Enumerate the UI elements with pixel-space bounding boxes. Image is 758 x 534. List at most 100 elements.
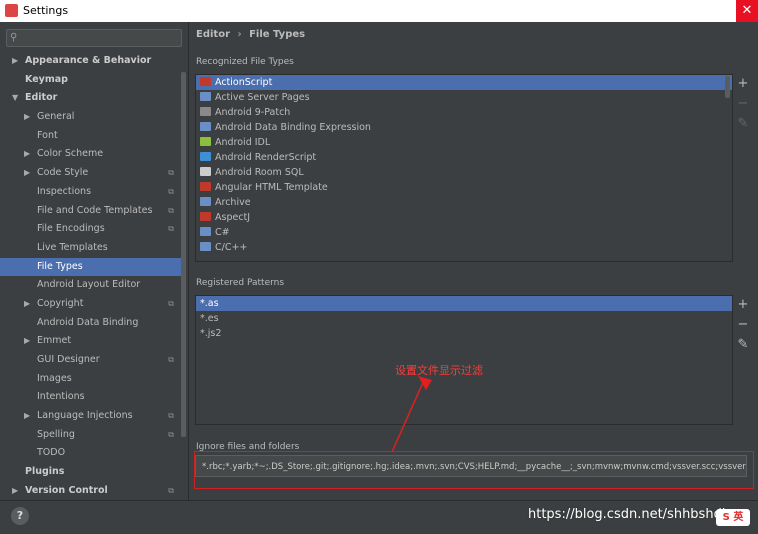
registered-patterns-list[interactable]: *.as *.es *.js2: [195, 295, 733, 425]
window-title: Settings: [23, 4, 69, 17]
sidebar-item[interactable]: Android Layout Editor: [0, 276, 182, 295]
search-icon: ⚲: [10, 32, 18, 43]
file-type-item[interactable]: Archive: [196, 195, 732, 210]
file-type-icon: [200, 197, 211, 206]
sidebar-item-label: Live Templates: [37, 241, 108, 253]
sidebar-item[interactable]: GUI Designer ⧉: [0, 351, 182, 370]
add-file-type-button[interactable]: +: [734, 74, 752, 94]
sidebar-item[interactable]: ▶ Copyright ⧉: [0, 295, 182, 314]
file-type-icon: [200, 92, 211, 101]
pattern-item[interactable]: *.es: [196, 311, 732, 326]
edit-file-type-button[interactable]: ✎: [734, 114, 752, 134]
sidebar-item-label: Emmet: [37, 335, 72, 347]
file-type-label: Android IDL: [215, 137, 271, 148]
file-type-label: Android Room SQL: [215, 167, 304, 178]
pattern-item[interactable]: *.js2: [196, 326, 732, 341]
file-type-item[interactable]: Active Server Pages: [196, 90, 732, 105]
search-input[interactable]: ⚲: [6, 29, 182, 47]
recognized-file-types-label: Recognized File Types: [196, 57, 294, 67]
chevron-down-icon[interactable]: ▼: [12, 89, 18, 108]
footer: ? https://blog.csdn.net/shhbshdis S 英: [0, 500, 758, 534]
sidebar-item[interactable]: File Types: [0, 257, 182, 277]
sidebar-item[interactable]: ▶ General: [0, 108, 182, 127]
file-type-item[interactable]: Android IDL: [196, 135, 732, 150]
sidebar-item[interactable]: ▶ Color Scheme: [0, 145, 182, 164]
chevron-right-icon[interactable]: ▶: [24, 164, 30, 183]
sidebar-item[interactable]: Inspections ⧉: [0, 183, 182, 202]
file-type-item[interactable]: Android 9-Patch: [196, 105, 732, 120]
sidebar-item[interactable]: File Encodings ⧉: [0, 220, 182, 239]
add-pattern-button[interactable]: +: [734, 295, 752, 315]
sidebar-item[interactable]: Android Data Binding: [0, 314, 182, 333]
sidebar-item-label: General: [37, 111, 75, 123]
chevron-right-icon[interactable]: ▶: [24, 108, 30, 127]
sidebar-item-label: Font: [37, 129, 58, 141]
project-settings-icon: ⧉: [168, 485, 174, 495]
edit-pattern-button[interactable]: ✎: [734, 335, 752, 355]
sidebar-item[interactable]: Intentions: [0, 388, 182, 407]
sidebar-item[interactable]: Keymap: [0, 71, 182, 90]
file-type-item[interactable]: C#: [196, 225, 732, 240]
sidebar-item-label: Editor: [25, 92, 58, 104]
file-type-item[interactable]: Android Room SQL: [196, 165, 732, 180]
file-type-item[interactable]: Android Data Binding Expression: [196, 120, 732, 135]
sidebar-item[interactable]: Spelling ⧉: [0, 426, 182, 445]
sidebar-item[interactable]: Plugins: [0, 463, 182, 482]
sidebar-item[interactable]: ▼ Editor: [0, 89, 182, 108]
recognized-file-types-list[interactable]: ActionScript Active Server Pages Android 9…: [195, 74, 733, 262]
watermark: https://blog.csdn.net/shhbshdis: [528, 507, 733, 522]
file-type-icon: [200, 242, 211, 251]
main-panel: Editor › File Types Recognized File Type…: [189, 22, 758, 500]
sidebar-item[interactable]: ▶ Appearance & Behavior: [0, 52, 182, 71]
sidebar-scrollbar[interactable]: [181, 72, 186, 437]
breadcrumb-file-types: File Types: [249, 29, 306, 40]
file-type-item[interactable]: AspectJ: [196, 210, 732, 225]
file-type-icon: [200, 212, 211, 221]
sidebar-item[interactable]: ▶ Version Control ⧉: [0, 482, 182, 501]
file-type-item[interactable]: C/C++: [196, 240, 732, 255]
sidebar-item[interactable]: ▶ Emmet: [0, 332, 182, 351]
file-type-icon: [200, 122, 211, 131]
file-type-item[interactable]: Angular HTML Template: [196, 180, 732, 195]
sidebar-item-label: Inspections: [37, 185, 92, 197]
sidebar-item[interactable]: TODO: [0, 444, 182, 463]
sidebar-item-label: Plugins: [25, 466, 65, 478]
breadcrumb-separator: ›: [237, 29, 242, 40]
registered-patterns-label: Registered Patterns: [196, 278, 285, 288]
sidebar-item-label: Language Injections: [37, 410, 133, 422]
ime-indicator[interactable]: S 英: [716, 509, 750, 526]
chevron-right-icon[interactable]: ▶: [12, 482, 18, 501]
chevron-right-icon[interactable]: ▶: [24, 295, 30, 314]
file-type-icon: [200, 182, 211, 191]
app-icon: [5, 4, 18, 17]
sidebar-item-label: Color Scheme: [37, 148, 104, 160]
sidebar-item[interactable]: ▶ Code Style ⧉: [0, 164, 182, 183]
chevron-right-icon[interactable]: ▶: [12, 52, 18, 71]
file-type-item[interactable]: Android RenderScript: [196, 150, 732, 165]
sidebar-item[interactable]: File and Code Templates ⧉: [0, 202, 182, 221]
file-type-label: Android Data Binding Expression: [215, 122, 371, 133]
sidebar-item[interactable]: Font: [0, 127, 182, 146]
chevron-right-icon[interactable]: ▶: [24, 407, 30, 426]
chevron-right-icon[interactable]: ▶: [24, 145, 30, 164]
help-button[interactable]: ?: [11, 507, 29, 525]
remove-file-type-button[interactable]: −: [734, 94, 752, 114]
close-button[interactable]: ✕: [736, 0, 758, 22]
remove-pattern-button[interactable]: −: [734, 315, 752, 335]
sidebar-item[interactable]: Live Templates: [0, 239, 182, 258]
sidebar-item-label: File Types: [37, 260, 83, 272]
file-type-icon: [200, 152, 211, 161]
file-type-icon: [200, 77, 211, 86]
file-type-label: C/C++: [215, 242, 248, 253]
breadcrumb-editor[interactable]: Editor: [196, 29, 230, 40]
project-settings-icon: ⧉: [168, 411, 174, 421]
recognized-list-scrollbar[interactable]: [725, 76, 730, 98]
sidebar-item[interactable]: ▶ Language Injections ⧉: [0, 407, 182, 426]
file-type-item[interactable]: ActionScript: [196, 75, 732, 90]
annotation-text: 设置文件显示过滤: [395, 364, 483, 377]
chevron-right-icon[interactable]: ▶: [24, 332, 30, 351]
sidebar-item[interactable]: Images: [0, 370, 182, 389]
pattern-item[interactable]: *.as: [196, 296, 732, 311]
sidebar-item-label: Version Control: [25, 484, 108, 496]
sidebar-item-label: File and Code Templates: [37, 204, 153, 216]
